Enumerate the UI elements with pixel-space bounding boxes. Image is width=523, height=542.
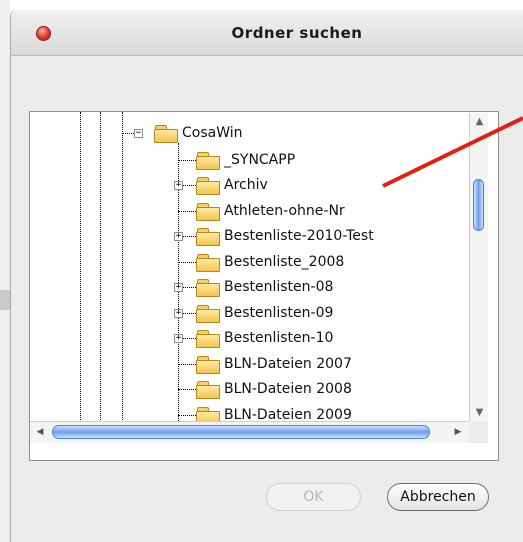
- screen: Ordner suchen − CosaWin _SYNCAPP + Archiv Ath…: [0, 0, 523, 542]
- red-annotation-arrow: [382, 116, 523, 188]
- annotation-line: [382, 116, 523, 188]
